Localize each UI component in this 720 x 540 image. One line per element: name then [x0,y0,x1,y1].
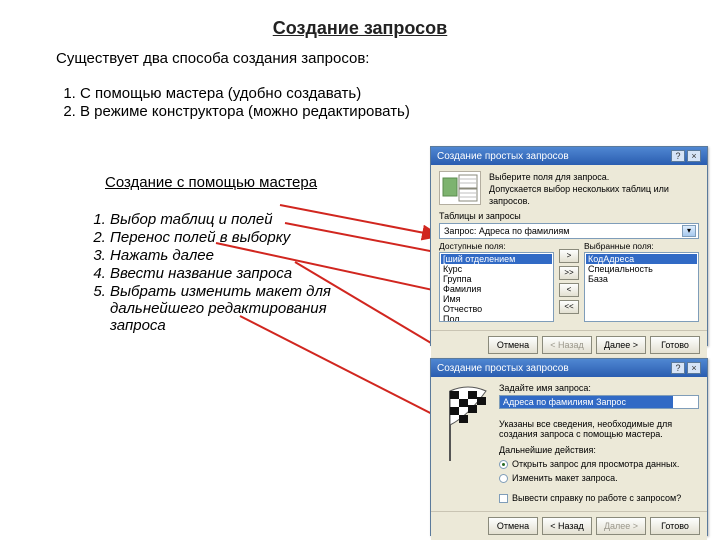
prompt-line1: Выберите поля для запроса. [489,171,699,183]
available-label: Доступные поля: [439,241,554,251]
list-item[interactable]: [ший отделением [441,254,552,264]
list-item[interactable]: КодАдреса [586,254,697,264]
back-button[interactable]: < Назад [542,517,592,535]
move-all-left-button[interactable]: << [559,300,579,314]
available-list[interactable]: [ший отделениемКурсГруппаФамилияИмяОтчес… [439,252,554,322]
move-right-button[interactable]: > [559,249,579,263]
prompt-line2: Допускается выбор нескольких таблиц или … [489,183,699,207]
checkbox-icon [499,494,508,503]
selected-label: Выбранные поля: [584,241,699,251]
cancel-button[interactable]: Отмена [488,336,538,354]
wizard-step: Ввести название запроса [110,265,360,282]
page-title: Создание запросов [0,18,720,39]
checkered-flag-icon [439,383,491,463]
wizard-title: Создание с помощью мастера [105,174,317,191]
radio-open-query[interactable]: Открыть запрос для просмотра данных. [499,459,699,469]
next-button[interactable]: Далее > [596,336,646,354]
info-text: Указаны все сведения, необходимые для со… [499,419,699,439]
list-item[interactable]: Отчество [441,304,552,314]
combo-value: Запрос: Адреса по фамилиям [444,226,569,236]
cancel-button[interactable]: Отмена [488,517,538,535]
check-show-help[interactable]: Вывести справку по работе с запросом? [499,493,699,503]
wizard-step: Выбрать изменить макет для дальнейшего р… [110,283,360,334]
move-left-button[interactable]: < [559,283,579,297]
help-icon[interactable]: ? [671,150,685,162]
radio-edit-layout[interactable]: Изменить макет запроса. [499,473,699,483]
dialog-title: Создание простых запросов [437,151,569,162]
wizard-step: Перенос полей в выборку [110,229,360,246]
list-item[interactable]: Пол [441,314,552,322]
query-name-value: Адреса по фамилиям Запрос [500,396,673,408]
check-help-label: Вывести справку по работе с запросом? [512,493,681,503]
wizard-banner-icon [439,171,481,205]
titlebar: Создание простых запросов ? × [431,359,707,377]
chevron-down-icon[interactable]: ▾ [682,225,696,237]
move-all-right-button[interactable]: >> [559,266,579,280]
dialog-title: Создание простых запросов [437,363,569,374]
wizard-step: Нажать далее [110,247,360,264]
next-actions-label: Дальнейшие действия: [499,445,699,455]
list-item[interactable]: Группа [441,274,552,284]
wizard-dialog-step1: Создание простых запросов ? × Выберите п… [430,146,708,346]
ways-item: С помощью мастера (удобно создавать) [80,85,410,102]
help-icon[interactable]: ? [671,362,685,374]
tables-combo[interactable]: Запрос: Адреса по фамилиям ▾ [439,223,699,239]
wizard-steps: Выбор таблиц и полей Перенос полей в выб… [90,211,360,335]
radio-icon [499,460,508,469]
window-controls: ? × [671,362,701,374]
back-button: < Назад [542,336,592,354]
selected-list[interactable]: КодАдресаСпециальностьБаза [584,252,699,322]
list-item[interactable]: Имя [441,294,552,304]
close-icon[interactable]: × [687,362,701,374]
wizard-dialog-finish: Создание простых запросов ? × [430,358,708,536]
radio-edit-label: Изменить макет запроса. [512,473,618,483]
list-item[interactable]: Фамилия [441,284,552,294]
finish-button[interactable]: Готово [650,336,700,354]
radio-icon [499,474,508,483]
radio-open-label: Открыть запрос для просмотра данных. [512,459,679,469]
titlebar: Создание простых запросов ? × [431,147,707,165]
ways-list: С помощью мастера (удобно создавать) В р… [40,85,410,121]
list-item[interactable]: Специальность [586,264,697,274]
query-name-input[interactable]: Адреса по фамилиям Запрос [499,395,699,409]
name-label: Задайте имя запроса: [499,383,699,393]
intro-text: Существует два способа создания запросов… [56,50,369,67]
list-item[interactable]: База [586,274,697,284]
next-button: Далее > [596,517,646,535]
finish-button[interactable]: Готово [650,517,700,535]
close-icon[interactable]: × [687,150,701,162]
tables-label: Таблицы и запросы [439,211,699,221]
list-item[interactable]: Курс [441,264,552,274]
window-controls: ? × [671,150,701,162]
wizard-step: Выбор таблиц и полей [110,211,360,228]
ways-item: В режиме конструктора (можно редактирова… [80,103,410,120]
